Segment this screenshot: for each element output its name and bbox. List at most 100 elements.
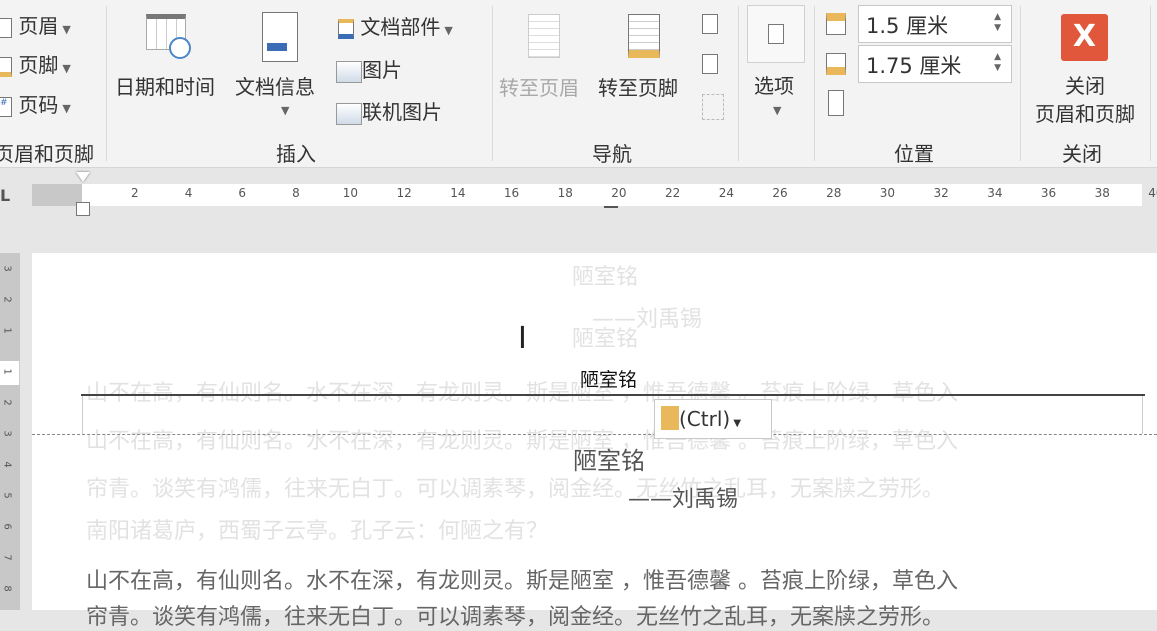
ruler-number: 30 <box>880 186 895 200</box>
online-picture-button[interactable]: 联机图片 <box>336 96 442 125</box>
link-to-previous-icon[interactable] <box>702 94 724 120</box>
ruler-number: 6 <box>238 186 246 200</box>
close-label-1: 关闭 <box>1028 72 1142 100</box>
ruler-number: 32 <box>934 186 949 200</box>
header-area-edge <box>82 396 83 434</box>
close-header-footer-button[interactable]: 关闭页眉和页脚 <box>1028 72 1142 128</box>
document-info-button[interactable]: 文档信息 <box>235 71 315 100</box>
left-indent-marker[interactable] <box>76 202 90 216</box>
ruler-number: 6 <box>2 523 13 529</box>
vertical-ruler[interactable]: 32112345678 <box>0 253 20 610</box>
goto-header-button[interactable]: 转至页眉 <box>499 72 579 101</box>
page-number-icon: # <box>0 97 12 117</box>
center-tab-marker[interactable] <box>604 206 618 210</box>
header-border-line <box>81 394 1145 396</box>
header-from-top-icon <box>826 13 846 35</box>
footer-label: 页脚 <box>18 53 58 77</box>
page-number-label: 页码 <box>18 93 58 117</box>
ruler-number: 38 <box>1095 186 1110 200</box>
header-button[interactable]: 页眉▼ <box>0 10 71 39</box>
ruler-number: 16 <box>504 186 519 200</box>
tab-selector[interactable]: L <box>0 186 10 205</box>
footer-distance-input[interactable]: 1.75 厘米 ▲▼ <box>858 45 1012 83</box>
clipboard-icon <box>661 406 679 430</box>
spinner-arrows[interactable]: ▲▼ <box>994 52 1001 74</box>
ruler-number: 36 <box>1041 186 1056 200</box>
paste-options-button[interactable]: (Ctrl) ▼ <box>654 399 772 439</box>
header-distance-value: 1.5 厘米 <box>866 14 948 38</box>
date-time-button[interactable]: 日期和时间 <box>115 71 215 100</box>
ruler-number: 2 <box>131 186 139 200</box>
divider <box>1020 6 1021 161</box>
ruler-number: 7 <box>2 554 13 560</box>
divider <box>738 6 739 161</box>
divider <box>814 6 815 161</box>
spinner-arrows[interactable]: ▲▼ <box>994 12 1001 34</box>
ghost-title: 陋室铭 <box>572 321 638 353</box>
paste-options-label: (Ctrl) <box>679 407 730 431</box>
picture-label: 图片 <box>362 58 402 82</box>
previous-section-icon[interactable] <box>702 14 718 34</box>
ruler-number: 18 <box>558 186 573 200</box>
ghost-title: 陋室铭 <box>572 259 638 291</box>
ruler-number: 34 <box>987 186 1002 200</box>
group-label-insert: 插入 <box>276 138 316 167</box>
header-separator <box>32 434 1157 435</box>
group-label-close: 关闭 <box>1062 138 1102 167</box>
footer-from-bottom-icon <box>826 53 846 75</box>
calendar-clock-icon <box>146 14 186 50</box>
group-label-header-footer: 页眉和页脚 <box>0 138 94 167</box>
ruler-number: 40 <box>1148 186 1157 200</box>
picture-icon <box>336 61 362 83</box>
next-section-icon[interactable] <box>702 54 718 74</box>
ghost-paragraph: 山不在高，有仙则名。水不在深，有龙则灵。斯是陋室 ，惟吾德馨 。苔痕上阶绿，草色… <box>86 423 958 455</box>
ruler-number: 20 <box>611 186 626 200</box>
quick-parts-button[interactable]: 文档部件▼ <box>338 11 453 40</box>
group-label-navigation: 导航 <box>592 138 632 167</box>
page-number-button[interactable]: # 页码▼ <box>0 89 71 118</box>
document-page[interactable]: 陋室铭 ——刘禹锡 陋室铭 山不在高，有仙则名。水不在深，有龙则灵。斯是陋室 ，… <box>32 253 1157 610</box>
ruler-number: 14 <box>450 186 465 200</box>
ribbon: 页眉▼ 页脚▼ # 页码▼ 页眉和页脚 日期和时间 文档信息 ▼ 文档部件▼ 图… <box>0 0 1157 168</box>
document-title: 陋室铭 <box>573 441 645 476</box>
online-picture-label: 联机图片 <box>362 100 442 124</box>
options-button[interactable]: 选项 <box>754 70 794 99</box>
horizontal-ruler[interactable]: L 246810121416182022242628303234363840 <box>0 172 1157 212</box>
divider <box>1150 6 1151 161</box>
ruler-number: 2 <box>2 296 13 302</box>
document-author: ——刘禹锡 <box>628 481 738 513</box>
first-line-indent-marker[interactable] <box>76 172 90 182</box>
ruler-number: 12 <box>397 186 412 200</box>
ruler-number: 28 <box>826 186 841 200</box>
quick-parts-icon <box>338 19 354 39</box>
header-distance-input[interactable]: 1.5 厘米 ▲▼ <box>858 5 1012 43</box>
ruler-number: 1 <box>2 327 13 333</box>
group-label-position: 位置 <box>894 138 934 167</box>
ruler-number: 2 <box>2 399 13 405</box>
text-cursor-icon: I <box>518 323 532 355</box>
options-dropdown[interactable]: ▼ <box>773 104 781 117</box>
close-label-2: 页眉和页脚 <box>1028 100 1142 128</box>
ruler-number: 3 <box>2 430 13 436</box>
insert-alignment-tab-icon[interactable] <box>828 90 844 116</box>
footer-button[interactable]: 页脚▼ <box>0 49 71 78</box>
ruler-number: 26 <box>772 186 787 200</box>
ruler-number: 22 <box>665 186 680 200</box>
ghost-paragraph: 南阳诸葛庐，西蜀子云亭。孔子云：何陋之有？ <box>86 513 548 545</box>
ruler-number: 4 <box>185 186 193 200</box>
ghost-paragraph: 帘青。谈笑有鸿儒，往来无白丁。可以调素琴，阅金经。无丝竹之乱耳，无案牍之劳形。 <box>86 471 944 503</box>
ruler-number: 8 <box>2 585 13 591</box>
document-info-dropdown[interactable]: ▼ <box>281 104 289 117</box>
ruler-number: 8 <box>292 186 300 200</box>
footer-distance-value: 1.75 厘米 <box>866 54 961 78</box>
footer-icon <box>0 57 12 77</box>
paragraph-line: 山不在高，有仙则名。水不在深，有龙则灵。斯是陋室 ，惟吾德馨 。苔痕上阶绿，草色… <box>86 563 958 595</box>
ghost-paragraph: 山不在高，有仙则名。水不在深，有龙则灵。斯是陋室 ，惟吾德馨 。苔痕上阶绿，草色… <box>86 375 958 407</box>
goto-footer-icon <box>628 14 660 58</box>
close-icon[interactable]: X <box>1061 14 1108 61</box>
ruler-number: 1 <box>2 368 13 374</box>
ruler-number: 3 <box>2 265 13 271</box>
goto-footer-button[interactable]: 转至页脚 <box>598 72 678 101</box>
ruler-number: 4 <box>2 461 13 467</box>
picture-button[interactable]: 图片 <box>336 54 402 83</box>
